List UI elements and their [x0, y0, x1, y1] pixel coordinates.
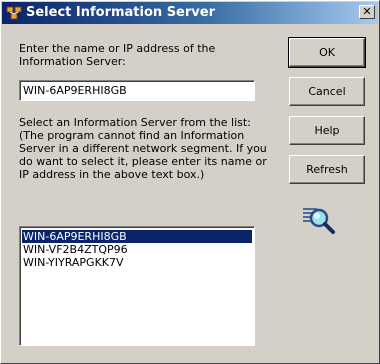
instructions-line-4: do want to select it, please enter its n…	[19, 155, 267, 168]
instructions-line-2: (The program cannot find an Information	[19, 129, 245, 142]
server-prompt-line-1: Enter the name or IP address of the	[19, 42, 216, 55]
server-list-item[interactable]: WIN-VF2B4ZTQP96	[22, 243, 252, 256]
help-button[interactable]: Help	[289, 116, 365, 145]
server-list-item[interactable]: WIN-YIYRAPGKK7V	[22, 256, 252, 269]
ok-button[interactable]: OK	[288, 37, 366, 68]
instructions-line-3: Server in a different network segment. I…	[19, 142, 267, 155]
server-listbox[interactable]: WIN-6AP9ERHI8GB WIN-VF2B4ZTQP96 WIN-YIYR…	[19, 226, 255, 346]
instructions-line-1: Select an Information Server from the li…	[19, 116, 251, 129]
cancel-button[interactable]: Cancel	[289, 77, 365, 106]
server-name-input[interactable]: WIN-6AP9ERHI8GB	[19, 80, 255, 101]
server-prompt-line-2: Information Server:	[19, 55, 126, 68]
server-list-item-selected[interactable]: WIN-6AP9ERHI8GB	[22, 230, 252, 243]
select-server-dialog: Select Information Server ✕ Enter the na…	[0, 0, 380, 364]
refresh-button[interactable]: Refresh	[289, 155, 365, 184]
dialog-title: Select Information Server	[26, 5, 215, 20]
close-button[interactable]: ✕	[359, 5, 375, 19]
instructions-line-5: IP address in the above text box.)	[19, 168, 205, 181]
magnifier-search-icon	[303, 208, 335, 234]
title-bar[interactable]: Select Information Server ✕	[2, 2, 378, 24]
network-computer-icon	[6, 6, 22, 20]
